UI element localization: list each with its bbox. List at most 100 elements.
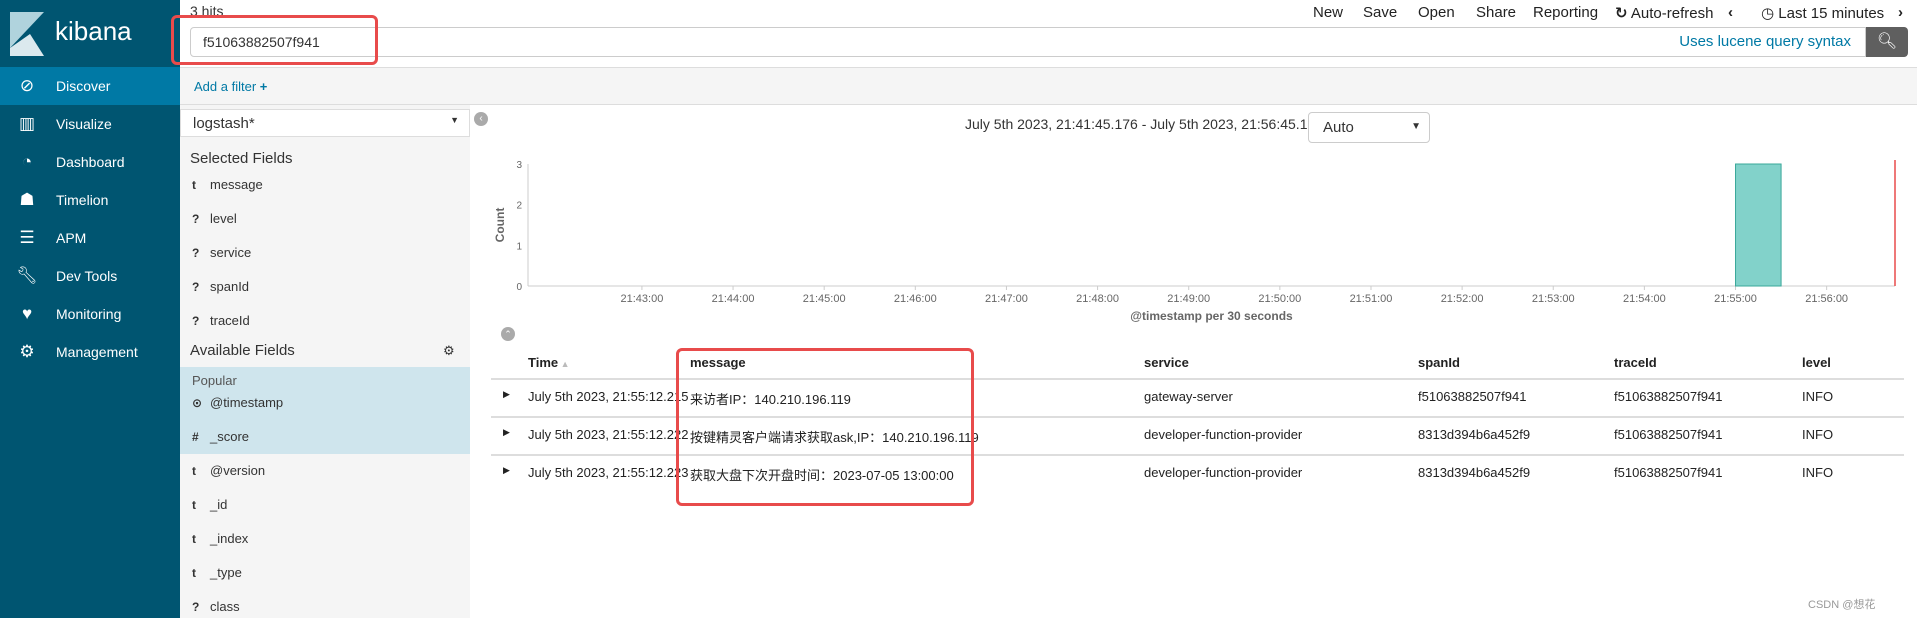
column-header-label: service xyxy=(1144,355,1189,370)
sidebar: kibana ⊘ Discover ▥ Visualize ◔ Dashboard ☗ Tim… xyxy=(0,0,180,618)
field-type-icon: ⊙ xyxy=(192,396,203,410)
auto-refresh-button[interactable]: ↻ Auto-refresh xyxy=(1615,4,1713,22)
time-picker-button[interactable]: ◷ Last 15 minutes xyxy=(1761,4,1884,22)
x-tick-label: 21:53:00 xyxy=(1532,293,1575,305)
x-tick-label: 21:44:00 xyxy=(712,293,755,305)
sidebar-item-label: Timelion xyxy=(56,192,109,208)
column-header-label: spanId xyxy=(1418,355,1460,370)
y-tick-label: 2 xyxy=(516,201,522,212)
cell-time: July 5th 2023, 21:55:12.223 xyxy=(528,465,689,480)
popular-title: Popular xyxy=(192,373,237,388)
sidebar-item-dashboard[interactable]: ◔ Dashboard xyxy=(0,143,180,181)
expand-row-icon[interactable]: ▶ xyxy=(503,427,510,438)
chevron-right-icon[interactable]: › xyxy=(1898,4,1903,21)
chevron-down-icon: ▼ xyxy=(1411,121,1421,132)
sidebar-item-monitoring[interactable]: ♥ Monitoring xyxy=(0,295,180,333)
x-tick-label: 21:54:00 xyxy=(1623,293,1666,305)
search-input[interactable]: f51063882507f941 Uses lucene query synta… xyxy=(190,27,1866,57)
wrench-icon: 🔧︎ xyxy=(16,266,38,285)
x-tick-label: 21:45:00 xyxy=(803,293,846,305)
field-name: level xyxy=(210,211,237,226)
column-header-traceid[interactable]: traceId xyxy=(1614,355,1657,370)
open-button[interactable]: Open xyxy=(1418,4,1455,21)
sidebar-item-label: Dashboard xyxy=(56,154,125,170)
search-icon: 🔍︎ xyxy=(1876,33,1898,50)
expand-row-icon[interactable]: ▶ xyxy=(503,389,510,400)
expand-row-icon[interactable]: ▶ xyxy=(503,465,510,476)
field-type-icon: ? xyxy=(192,246,200,260)
dashboard-icon: ◔ xyxy=(21,152,33,171)
field-name: _index xyxy=(210,531,249,546)
cell-level: INFO xyxy=(1802,427,1834,442)
selected-field-service[interactable]: ? service xyxy=(192,245,251,260)
gear-icon[interactable]: ⚙ xyxy=(443,343,455,359)
cell-traceid: f51063882507f941 xyxy=(1614,465,1723,480)
x-axis-label: @timestamp per 30 seconds xyxy=(1130,309,1293,323)
sidebar-item-visualize[interactable]: ▥ Visualize xyxy=(0,105,180,143)
sidebar-item-label: Management xyxy=(56,344,138,360)
y-tick-label: 0 xyxy=(516,282,522,293)
reporting-button[interactable]: Reporting xyxy=(1533,4,1598,21)
field-name: spanId xyxy=(210,279,250,294)
collapse-chart-icon[interactable]: ⌃ xyxy=(501,327,515,341)
column-header-time[interactable]: Time ▲ xyxy=(528,355,570,370)
sidebar-item-discover[interactable]: ⊘ Discover xyxy=(0,67,180,105)
column-header-level[interactable]: level xyxy=(1802,355,1831,370)
column-header-spanid[interactable]: spanId xyxy=(1418,355,1460,370)
sidebar-item-dev-tools[interactable]: 🔧︎ Dev Tools xyxy=(0,257,180,295)
search-button[interactable]: 🔍︎ xyxy=(1866,27,1908,57)
x-tick-label: 21:49:00 xyxy=(1167,293,1210,305)
timelion-icon: ☗ xyxy=(19,190,35,209)
field-type-icon: t xyxy=(192,566,196,580)
available-field-_id[interactable]: t _id xyxy=(192,497,227,512)
selected-field-traceId[interactable]: ? traceId xyxy=(192,313,250,328)
available-field-@version[interactable]: t @version xyxy=(192,463,265,478)
available-field-_index[interactable]: t _index xyxy=(192,531,248,546)
field-type-icon: t xyxy=(192,532,196,546)
selected-fields-title: Selected Fields xyxy=(190,150,293,167)
sort-up-icon[interactable]: ▲ xyxy=(558,359,570,369)
selected-field-message[interactable]: t message xyxy=(192,177,263,192)
cell-time: July 5th 2023, 21:55:12.222 xyxy=(528,427,689,442)
available-field-_type[interactable]: t _type xyxy=(192,565,242,580)
kibana-logo[interactable]: kibana xyxy=(0,0,180,68)
field-type-icon: t xyxy=(192,498,196,512)
time-picker-label: Last 15 minutes xyxy=(1778,5,1885,22)
new-button[interactable]: New xyxy=(1313,4,1343,21)
interval-value: Auto xyxy=(1323,119,1354,136)
bar-chart-icon: ▥ xyxy=(18,114,36,133)
sidebar-item-label: Dev Tools xyxy=(56,268,118,284)
time-range-text: July 5th 2023, 21:41:45.176 - July 5th 2… xyxy=(965,116,1341,132)
cell-spanid: 8313d394b6a452f9 xyxy=(1418,465,1531,480)
x-tick-label: 21:50:00 xyxy=(1258,293,1301,305)
cell-traceid: f51063882507f941 xyxy=(1614,427,1723,442)
y-tick-label: 1 xyxy=(516,241,522,252)
index-pattern-select[interactable]: logstash* ▼ xyxy=(180,109,470,137)
sidebar-item-timelion[interactable]: ☗ Timelion xyxy=(0,181,180,219)
selected-field-spanId[interactable]: ? spanId xyxy=(192,279,249,294)
sidebar-item-label: Monitoring xyxy=(56,306,122,322)
lucene-syntax-link[interactable]: Uses lucene query syntax xyxy=(1679,28,1851,56)
sidebar-item-apm[interactable]: ☰ APM xyxy=(0,219,180,257)
interval-select[interactable]: Auto ▼ xyxy=(1308,112,1430,143)
column-header-service[interactable]: service xyxy=(1144,355,1189,370)
gear-icon: ⚙ xyxy=(19,342,35,361)
auto-refresh-label: Auto-refresh xyxy=(1630,5,1714,22)
sidebar-item-label: Visualize xyxy=(56,116,112,132)
x-tick-label: 21:51:00 xyxy=(1350,293,1393,305)
add-filter-button[interactable]: Add a filter + xyxy=(194,79,267,94)
cell-service: gateway-server xyxy=(1144,389,1233,404)
cell-traceid: f51063882507f941 xyxy=(1614,389,1723,404)
cell-spanid: 8313d394b6a452f9 xyxy=(1418,427,1531,442)
collapse-sidebar-icon[interactable]: ‹ xyxy=(474,112,488,126)
available-field-class[interactable]: ? class xyxy=(192,599,240,614)
available-field-_score[interactable]: # _score xyxy=(192,429,249,444)
cell-level: INFO xyxy=(1802,465,1834,480)
available-field-@timestamp[interactable]: ⊙ @timestamp xyxy=(192,395,283,410)
sidebar-item-management[interactable]: ⚙ Management xyxy=(0,333,180,371)
save-button[interactable]: Save xyxy=(1363,4,1397,21)
chevron-left-icon[interactable]: ‹ xyxy=(1728,4,1733,21)
field-type-icon: ? xyxy=(192,212,200,226)
share-button[interactable]: Share xyxy=(1476,4,1516,21)
selected-field-level[interactable]: ? level xyxy=(192,211,237,226)
